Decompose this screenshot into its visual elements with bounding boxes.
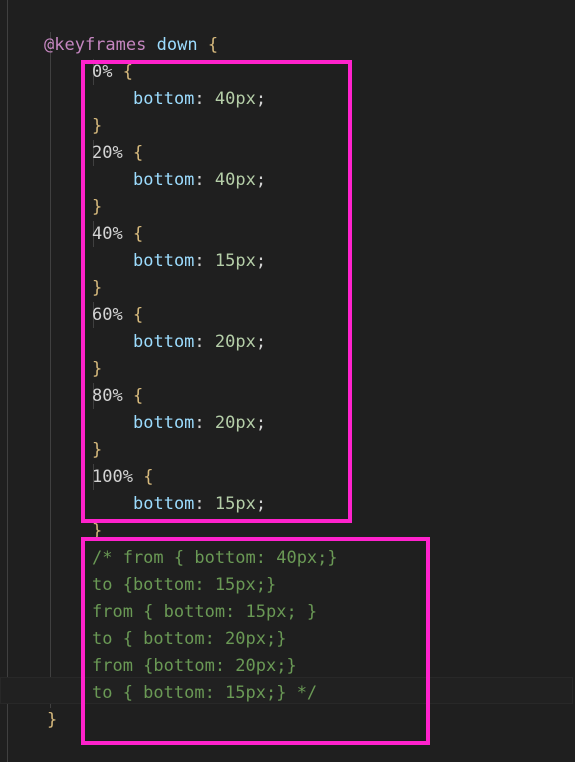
token-punct: :: [194, 170, 215, 190]
token-selector: 20%: [92, 143, 123, 163]
code-line[interactable]: /* from { bottom: 40px;}: [0, 545, 575, 572]
token-prop: bottom: [133, 251, 195, 271]
code-line[interactable]: 40% {: [0, 221, 575, 248]
token-punct: [112, 59, 122, 86]
token-comment: to {bottom: 15px;}: [92, 575, 277, 595]
token-brace: }: [92, 197, 103, 217]
token-unit: px: [235, 332, 256, 352]
token-comment: to { bottom: 20px;}: [92, 629, 287, 649]
token-brace: {: [132, 305, 144, 325]
token-punct: :: [194, 413, 215, 433]
code-line[interactable]: 20% {: [0, 140, 575, 167]
token-selector: 60%: [92, 305, 123, 325]
token-unit: px: [235, 494, 256, 514]
token-selector: 100%: [92, 467, 133, 487]
token-punct: ;: [255, 251, 267, 271]
token-brace: }: [92, 116, 103, 136]
token-brace: }: [47, 710, 58, 730]
code-line[interactable]: @keyframes down {: [0, 32, 575, 59]
token-prop: bottom: [133, 170, 195, 190]
token-punct: :: [194, 251, 215, 271]
code-line[interactable]: }: [0, 518, 575, 545]
token-unit: px: [235, 170, 256, 190]
code-line[interactable]: }: [0, 113, 575, 140]
token-punct: ;: [255, 494, 267, 514]
code-line[interactable]: to { bottom: 15px;} */: [0, 680, 575, 707]
code-line[interactable]: bottom: 40px;: [0, 86, 575, 113]
token-punct: [123, 302, 133, 329]
token-brace: }: [92, 359, 103, 379]
token-brace: {: [132, 386, 144, 406]
code-line[interactable]: from { bottom: 15px; }: [0, 599, 575, 626]
token-brace: {: [143, 467, 154, 487]
token-prop: bottom: [133, 494, 195, 514]
token-brace: {: [122, 62, 133, 82]
code-line[interactable]: to {bottom: 15px;}: [0, 572, 575, 599]
token-punct: [133, 464, 143, 491]
code-line[interactable]: }: [0, 356, 575, 383]
token-num: 15: [214, 251, 236, 271]
code-line[interactable]: }: [0, 437, 575, 464]
token-punct: ;: [255, 332, 267, 352]
token-selector: 40%: [92, 224, 123, 244]
token-num: 40: [214, 170, 236, 190]
token-num: 15: [214, 494, 236, 514]
token-unit: px: [235, 251, 256, 271]
token-punct: :: [194, 332, 215, 352]
token-atrule: @keyframes: [44, 35, 147, 55]
token-prop: bottom: [133, 413, 195, 433]
code-line[interactable]: to { bottom: 20px;}: [0, 626, 575, 653]
token-punct: [198, 32, 208, 59]
token-num: 20: [214, 413, 236, 433]
token-comment: /* from { bottom: 40px;}: [92, 548, 338, 568]
token-punct: ;: [255, 170, 267, 190]
token-brace: }: [92, 521, 103, 541]
token-selector: 0%: [92, 62, 113, 82]
token-comment: to { bottom: 15px;} */: [92, 683, 318, 703]
code-line[interactable]: bottom: 15px;: [0, 248, 575, 275]
token-unit: px: [235, 89, 256, 109]
token-brace: {: [207, 35, 219, 55]
code-line[interactable]: 80% {: [0, 383, 575, 410]
token-punct: [123, 221, 133, 248]
token-punct: [123, 140, 133, 167]
code-editor[interactable]: @keyframes down {0% {bottom: 40px;} 20% {…: [0, 0, 575, 762]
code-line[interactable]: }: [0, 194, 575, 221]
token-num: 40: [214, 89, 236, 109]
token-punct: :: [194, 494, 215, 514]
token-brace: }: [92, 278, 103, 298]
token-punct: ;: [255, 89, 267, 109]
token-selector: 80%: [92, 386, 123, 406]
token-unit: px: [235, 413, 256, 433]
code-line[interactable]: 100% {: [0, 464, 575, 491]
code-line[interactable]: }: [0, 707, 575, 734]
token-brace: {: [132, 143, 144, 163]
token-punct: :: [194, 89, 215, 109]
token-brace: {: [132, 224, 144, 244]
code-line[interactable]: 60% {: [0, 302, 575, 329]
code-line[interactable]: }: [0, 275, 575, 302]
code-line[interactable]: bottom: 20px;: [0, 410, 575, 437]
token-comment: from { bottom: 15px; }: [92, 602, 318, 622]
token-punct: [123, 383, 133, 410]
code-line[interactable]: bottom: 40px;: [0, 167, 575, 194]
code-line[interactable]: bottom: 15px;: [0, 491, 575, 518]
code-line[interactable]: from {bottom: 20px;}: [0, 653, 575, 680]
code-line[interactable]: 0% {: [0, 59, 575, 86]
token-punct: [146, 32, 156, 59]
token-comment: from {bottom: 20px;}: [92, 656, 297, 676]
token-prop: bottom: [133, 89, 195, 109]
token-punct: ;: [255, 413, 267, 433]
token-num: 20: [214, 332, 236, 352]
token-name: down: [156, 35, 198, 55]
token-prop: bottom: [133, 332, 195, 352]
code-line[interactable]: bottom: 20px;: [0, 329, 575, 356]
token-brace: }: [92, 440, 103, 460]
